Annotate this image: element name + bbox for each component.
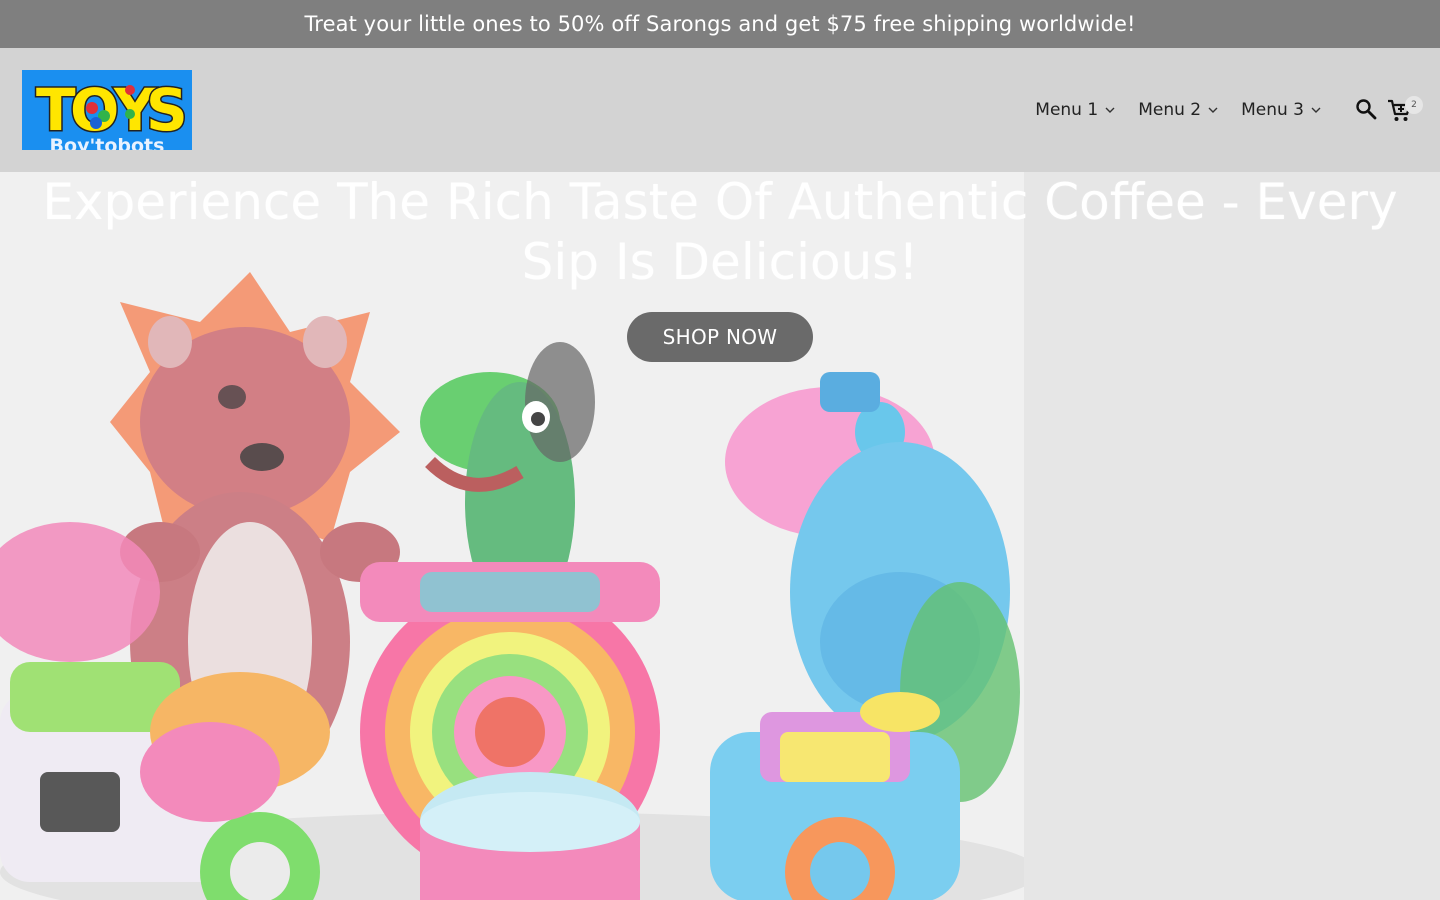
logo-subtext: Boy'tobots xyxy=(49,135,165,150)
store-logo[interactable]: T O Y S Boy'tobots xyxy=(22,70,192,150)
chevron-down-icon xyxy=(1208,107,1218,113)
nav-item-label: Menu 2 xyxy=(1138,100,1202,120)
hero-section: Experience The Rich Taste Of Authentic C… xyxy=(0,172,1440,900)
main-navigation: Menu 1 Menu 2 Menu 3 xyxy=(1035,48,1440,172)
chevron-down-icon xyxy=(1311,107,1321,113)
search-icon[interactable] xyxy=(1354,97,1378,121)
hero-title: Experience The Rich Taste Of Authentic C… xyxy=(42,173,1398,291)
cart-count-badge: 2 xyxy=(1405,96,1423,114)
announcement-text: Treat your little ones to 50% off Sarong… xyxy=(304,12,1136,36)
announcement-bar: Treat your little ones to 50% off Sarong… xyxy=(0,0,1440,48)
nav-item-label: Menu 1 xyxy=(1035,100,1099,120)
shop-now-button[interactable]: SHOP NOW xyxy=(627,312,813,362)
svg-text:S: S xyxy=(146,76,188,144)
nav-item-menu-2[interactable]: Menu 2 xyxy=(1138,100,1219,120)
nav-item-menu-1[interactable]: Menu 1 xyxy=(1035,100,1116,120)
chevron-down-icon xyxy=(1105,107,1115,113)
nav-item-label: Menu 3 xyxy=(1241,100,1304,120)
nav-item-menu-3[interactable]: Menu 3 xyxy=(1241,100,1322,120)
